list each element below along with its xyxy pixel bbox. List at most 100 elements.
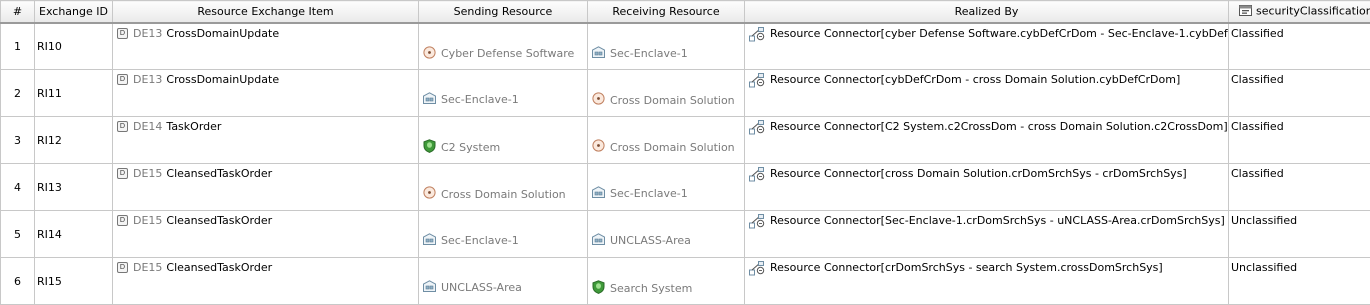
exchange-id-cell[interactable]: RI10 — [34, 22, 113, 70]
row-number-cell: 5 — [0, 210, 35, 258]
data-element-icon: D — [117, 27, 128, 39]
exchange-id-cell[interactable]: RI14 — [34, 210, 113, 258]
security-classification-cell[interactable]: Classified — [1228, 22, 1370, 70]
realized-by-text: Resource Connector[cyber Defense Softwar… — [770, 26, 1229, 40]
row-number-cell: 4 — [0, 163, 35, 211]
receiving-resource-cell[interactable]: UNCLASS-Area — [587, 210, 745, 258]
exchange-id-cell[interactable]: RI11 — [34, 69, 113, 117]
software-icon — [592, 92, 605, 108]
receiving-resource: Cross Domain Solution — [592, 92, 735, 108]
receiving-resource-cell[interactable]: Search System — [587, 257, 745, 305]
sending-resource-cell[interactable]: Sec-Enclave-1 — [418, 210, 588, 258]
item-line: D DE13 CrossDomainUpdate — [117, 27, 416, 40]
resource-exchange-item-cell[interactable]: D DE15 CleansedTaskOrder — [112, 210, 419, 258]
item-name: CrossDomainUpdate — [166, 73, 280, 86]
table-row[interactable]: 6 RI15 D DE15 CleansedTaskOrder UNCLASS-Area S… — [0, 257, 1370, 305]
col-header-num[interactable]: # — [0, 0, 35, 24]
resource-exchange-table: # Exchange ID Resource Exchange Item Sen… — [0, 0, 1370, 305]
sending-resource-cell[interactable]: UNCLASS-Area — [418, 257, 588, 305]
property-icon — [1239, 4, 1252, 19]
resource-connector-icon — [749, 167, 765, 185]
security-classification-cell[interactable]: Classified — [1228, 116, 1370, 164]
resource-exchange-item-cell[interactable]: D DE13 CrossDomainUpdate — [112, 69, 419, 117]
resource-connector-icon — [749, 26, 765, 45]
data-element-id: DE13 — [133, 26, 163, 40]
realized-by-text: Resource Connector[C2 System.c2CrossDom … — [770, 120, 1228, 133]
resource-exchange-item-cell[interactable]: D DE13 CrossDomainUpdate — [112, 22, 419, 70]
receiving-resource: Cross Domain Solution — [592, 139, 735, 155]
item-line: D DE15 CleansedTaskOrder — [117, 214, 416, 227]
receiving-resource: Search System — [592, 280, 692, 297]
security-classification-cell[interactable]: Unclassified — [1228, 210, 1370, 258]
sending-resource-cell[interactable]: Sec-Enclave-1 — [418, 69, 588, 117]
data-element-id: DE13 — [133, 73, 163, 86]
receiving-resource-cell[interactable]: Sec-Enclave-1 — [587, 22, 745, 70]
connector-line: Resource Connector[Sec-Enclave-1.crDomSr… — [749, 214, 1226, 232]
receiving-resource-label: UNCLASS-Area — [610, 234, 691, 247]
item-line: D DE15 CleansedTaskOrder — [117, 167, 416, 180]
resource-exchange-item-cell[interactable]: D DE14 TaskOrder — [112, 116, 419, 164]
receiving-resource-cell[interactable]: Sec-Enclave-1 — [587, 163, 745, 211]
item-line: D DE14 TaskOrder — [117, 120, 416, 133]
realized-by-cell[interactable]: Resource Connector[Sec-Enclave-1.crDomSr… — [744, 210, 1229, 258]
realized-by-text: Resource Connector[cross Domain Solution… — [770, 167, 1187, 180]
col-header-resource-exchange-item[interactable]: Resource Exchange Item — [112, 0, 419, 24]
receiving-resource-cell[interactable]: Cross Domain Solution — [587, 116, 745, 164]
security-classification-cell[interactable]: Classified — [1228, 69, 1370, 117]
receiving-resource-label: Search System — [610, 282, 693, 295]
security-classification-cell[interactable]: Unclassified — [1228, 257, 1370, 305]
resource-connector-icon — [749, 261, 765, 279]
enclave-icon — [592, 233, 605, 248]
realized-by-cell[interactable]: Resource Connector[crDomSrchSys - search… — [744, 257, 1229, 305]
data-element-icon: D — [117, 74, 128, 85]
table-row[interactable]: 4 RI13 D DE15 CleansedTaskOrder Cross Domain … — [0, 163, 1370, 211]
item-name: CleansedTaskOrder — [166, 261, 273, 274]
table-row[interactable]: 1 RI10 D DE13 CrossDomainUpdate Cyber Defense… — [0, 22, 1370, 70]
realized-by-cell[interactable]: Resource Connector[C2 System.c2CrossDom … — [744, 116, 1229, 164]
exchange-id-cell[interactable]: RI13 — [34, 163, 113, 211]
col-header-exchange-id[interactable]: Exchange ID — [34, 0, 113, 24]
col-header-security-classification[interactable]: securityClassification — [1228, 0, 1370, 24]
receiving-resource-cell[interactable]: Cross Domain Solution — [587, 69, 745, 117]
table-row[interactable]: 5 RI14 D DE15 CleansedTaskOrder Sec-Enclave-1… — [0, 210, 1370, 258]
resource-exchange-item-cell[interactable]: D DE15 CleansedTaskOrder — [112, 163, 419, 211]
sending-resource-cell[interactable]: Cross Domain Solution — [418, 163, 588, 211]
software-icon — [423, 186, 436, 202]
sending-resource: Sec-Enclave-1 — [423, 92, 519, 107]
realized-by-cell[interactable]: Resource Connector[cybDefCrDom - cross D… — [744, 69, 1229, 117]
software-icon — [423, 45, 436, 62]
resource-connector-icon — [749, 120, 765, 138]
security-classification-cell[interactable]: Classified — [1228, 163, 1370, 211]
exchange-id-cell[interactable]: RI15 — [34, 257, 113, 305]
row-number-cell: 1 — [0, 22, 35, 70]
realized-by-text: Resource Connector[cybDefCrDom - cross D… — [770, 73, 1181, 86]
col-header-label: securityClassification — [1256, 4, 1370, 18]
enclave-icon — [423, 280, 436, 295]
col-header-realized-by[interactable]: Realized By — [744, 0, 1229, 24]
col-header-receiving-resource[interactable]: Receiving Resource — [587, 0, 745, 24]
data-element-icon: D — [117, 215, 128, 226]
table-row[interactable]: 3 RI12 D DE14 TaskOrder C2 System Cross Domain… — [0, 116, 1370, 164]
data-element-icon: D — [117, 262, 128, 273]
data-element-icon: D — [117, 121, 128, 132]
realized-by-text: Resource Connector[Sec-Enclave-1.crDomSr… — [770, 214, 1225, 227]
enclave-icon — [423, 233, 436, 248]
sending-resource: Cyber Defense Software — [423, 45, 574, 62]
data-element-id: DE15 — [133, 167, 163, 180]
realized-by-cell[interactable]: Resource Connector[cross Domain Solution… — [744, 163, 1229, 211]
sending-resource-cell[interactable]: C2 System — [418, 116, 588, 164]
row-number-cell: 2 — [0, 69, 35, 117]
col-header-sending-resource[interactable]: Sending Resource — [418, 0, 588, 24]
resource-exchange-item-cell[interactable]: D DE15 CleansedTaskOrder — [112, 257, 419, 305]
data-element-id: DE14 — [133, 120, 163, 133]
realized-by-cell[interactable]: Resource Connector[cyber Defense Softwar… — [744, 22, 1229, 70]
receiving-resource-label: Cross Domain Solution — [610, 140, 735, 154]
system-icon — [592, 280, 605, 297]
connector-line: Resource Connector[cross Domain Solution… — [749, 167, 1226, 185]
enclave-icon — [423, 92, 436, 107]
exchange-id-cell[interactable]: RI12 — [34, 116, 113, 164]
table-row[interactable]: 2 RI11 D DE13 CrossDomainUpdate Sec-Enclave-1… — [0, 69, 1370, 117]
sending-resource-cell[interactable]: Cyber Defense Software — [418, 22, 588, 70]
data-element-icon: D — [117, 168, 128, 179]
sending-resource-label: Sec-Enclave-1 — [441, 93, 519, 106]
